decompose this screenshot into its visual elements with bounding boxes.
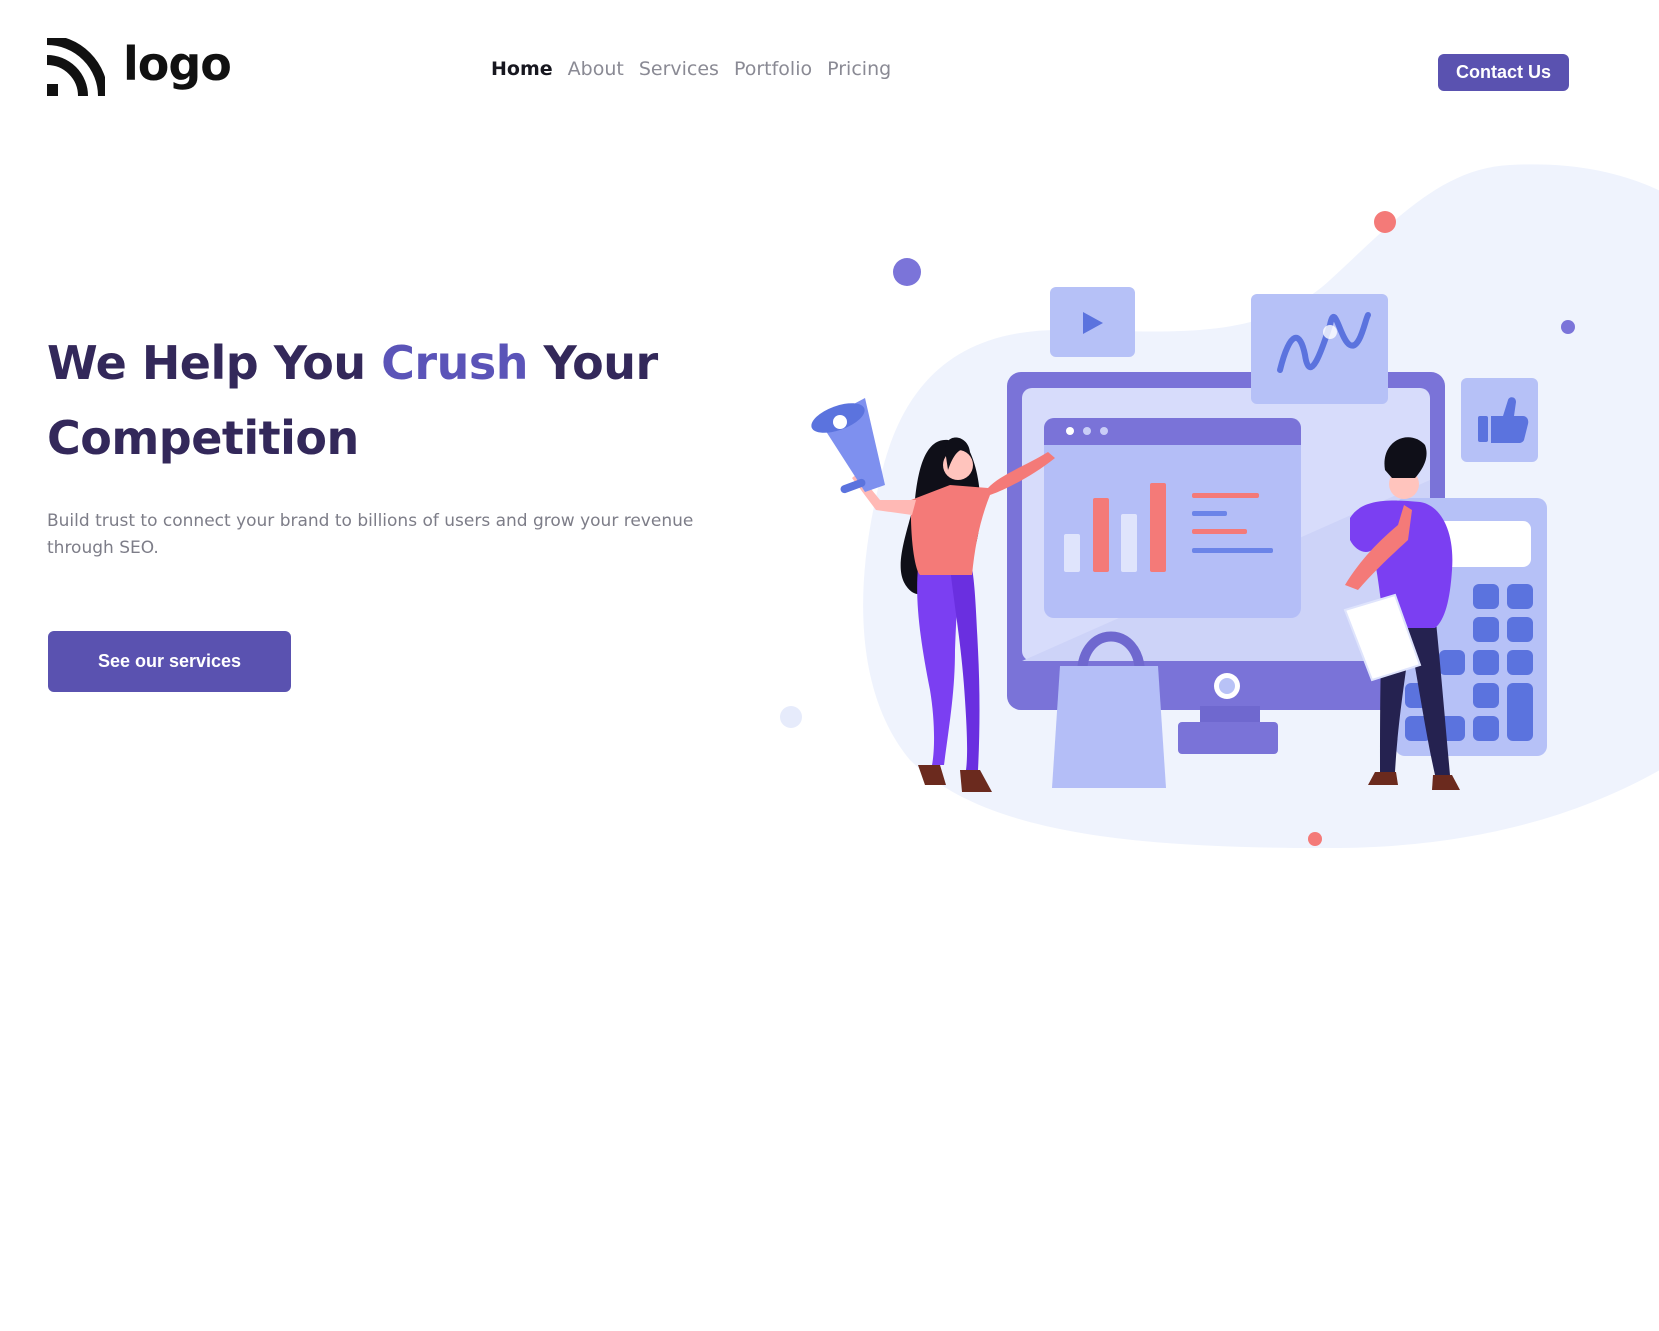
nav-home[interactable]: Home — [491, 58, 553, 80]
nav-pricing[interactable]: Pricing — [827, 58, 891, 80]
contact-us-button[interactable]: Contact Us — [1438, 54, 1569, 91]
decor-dot — [893, 258, 921, 286]
signal-arcs-icon — [47, 38, 105, 96]
megaphone-icon — [811, 398, 885, 494]
hero-title-accent: Crush — [381, 336, 528, 390]
play-icon — [1050, 287, 1135, 357]
main-nav: Home About Services Portfolio Pricing — [491, 58, 891, 80]
hero-subtitle: Build trust to connect your brand to bil… — [47, 511, 694, 558]
nav-services[interactable]: Services — [639, 58, 719, 80]
chart-card — [1251, 294, 1388, 404]
decor-dot — [1561, 320, 1575, 334]
decor-dot — [780, 706, 802, 728]
decor-dot — [1374, 211, 1396, 233]
nav-portfolio[interactable]: Portfolio — [734, 58, 812, 80]
hero-title-part1: We Help You — [47, 336, 382, 390]
nav-about[interactable]: About — [568, 58, 624, 80]
logo[interactable]: logo — [47, 37, 232, 96]
hero-illustration — [780, 164, 1659, 849]
hero-title: We Help You Crush Your Competition — [47, 326, 747, 476]
logo-text: logo — [123, 37, 232, 91]
decor-dot — [1308, 832, 1322, 846]
thumbs-up-icon — [1461, 378, 1538, 462]
see-services-button[interactable]: See our services — [48, 631, 291, 692]
